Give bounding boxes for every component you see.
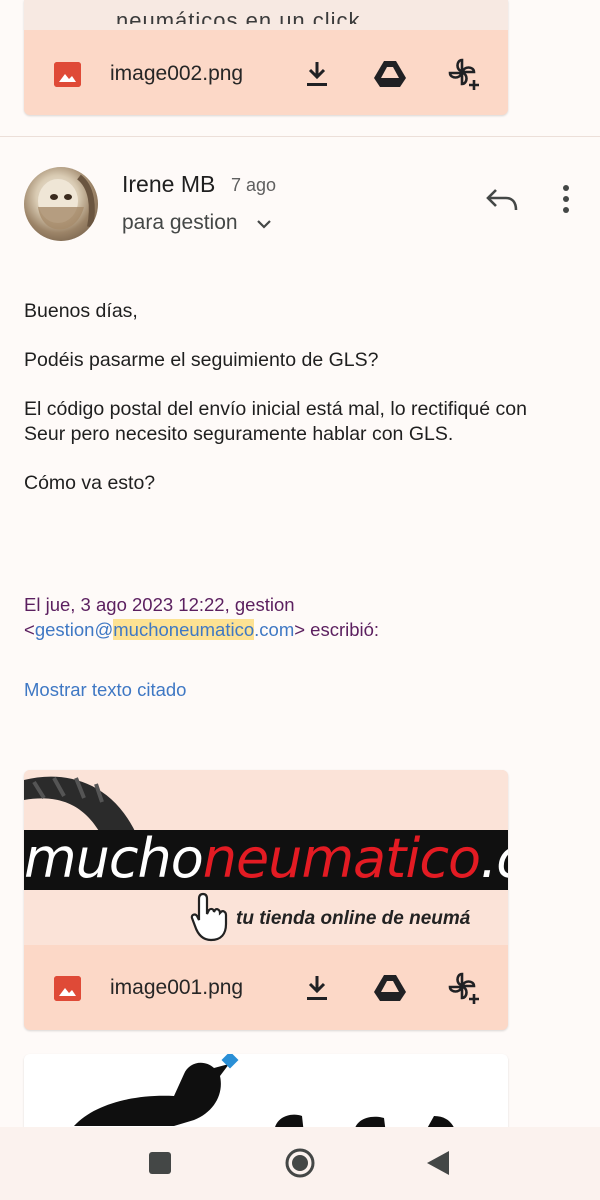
attachment-filename: image002.png bbox=[110, 62, 244, 85]
chevron-down-icon[interactable] bbox=[252, 212, 276, 236]
recipient-label[interactable]: para gestion bbox=[122, 211, 238, 235]
show-quoted-text-link[interactable]: Mostrar texto citado bbox=[24, 679, 186, 701]
logo-tagline: tu tienda online de neumá bbox=[236, 908, 471, 929]
system-nav-bar bbox=[0, 1127, 600, 1200]
message-time: 7 ago bbox=[231, 175, 277, 195]
email-link-tld[interactable]: .com bbox=[254, 619, 294, 640]
photos-add-icon[interactable] bbox=[446, 56, 482, 92]
more-vert-icon[interactable] bbox=[548, 180, 584, 220]
back-icon[interactable] bbox=[416, 1141, 460, 1185]
drive-icon[interactable] bbox=[372, 56, 408, 92]
body-line: Buenos días, bbox=[24, 300, 138, 322]
body-line: Seur pero necesito seguramente hablar co… bbox=[24, 423, 454, 445]
avatar[interactable] bbox=[24, 167, 98, 241]
body-line: Podéis pasarme el seguimiento de GLS? bbox=[24, 349, 379, 371]
logo-part-mucho: mucho bbox=[24, 827, 204, 890]
logo-part-neumatico: neumatico bbox=[202, 827, 481, 890]
attachment-row: image001.png bbox=[24, 958, 508, 1018]
quote-header-line1: El jue, 3 ago 2023 12:22, gestion bbox=[24, 594, 295, 615]
photos-add-icon[interactable] bbox=[446, 970, 482, 1006]
download-icon[interactable] bbox=[299, 56, 335, 92]
attachment-preview-image: muchoneumatico.co tu tienda online de ne… bbox=[24, 770, 508, 945]
quote-lt: < bbox=[24, 619, 35, 640]
home-icon[interactable] bbox=[278, 1141, 322, 1185]
email-link-highlight[interactable]: muchoneumatico bbox=[113, 619, 255, 640]
download-icon[interactable] bbox=[299, 970, 335, 1006]
attachment-card-next[interactable] bbox=[24, 1054, 508, 1134]
attachment-card-top[interactable]: neumáticos en un click image002.png bbox=[24, 0, 508, 115]
attachment-preview-strip: neumáticos en un click bbox=[24, 0, 508, 30]
drive-icon[interactable] bbox=[372, 970, 408, 1006]
attachment-filename: image001.png bbox=[110, 976, 244, 999]
message-divider bbox=[0, 136, 600, 137]
attachment-row: image002.png bbox=[24, 44, 508, 104]
quote-header-line2: <gestion@muchoneumatico.com> escribió: bbox=[24, 617, 379, 642]
attachment-card-bottom[interactable]: muchoneumatico.co tu tienda online de ne… bbox=[24, 770, 508, 1030]
quote-wrote: > escribió: bbox=[294, 619, 380, 640]
sender-name: Irene MB bbox=[122, 171, 216, 197]
bird-logo-preview bbox=[74, 1054, 456, 1134]
email-link-user[interactable]: gestion@ bbox=[35, 619, 113, 640]
attachment-preview-text: neumáticos en un click bbox=[116, 8, 361, 33]
image-icon bbox=[54, 61, 81, 87]
logo-part-co: .co bbox=[480, 827, 508, 890]
logo-text: muchoneumatico.co bbox=[24, 827, 508, 890]
reply-icon[interactable] bbox=[482, 180, 522, 220]
recents-icon[interactable] bbox=[138, 1141, 182, 1185]
image-icon bbox=[54, 975, 81, 1001]
body-line: El código postal del envío inicial está … bbox=[24, 398, 527, 420]
hand-cursor-icon bbox=[190, 892, 228, 942]
body-line: Cómo va esto? bbox=[24, 472, 156, 494]
